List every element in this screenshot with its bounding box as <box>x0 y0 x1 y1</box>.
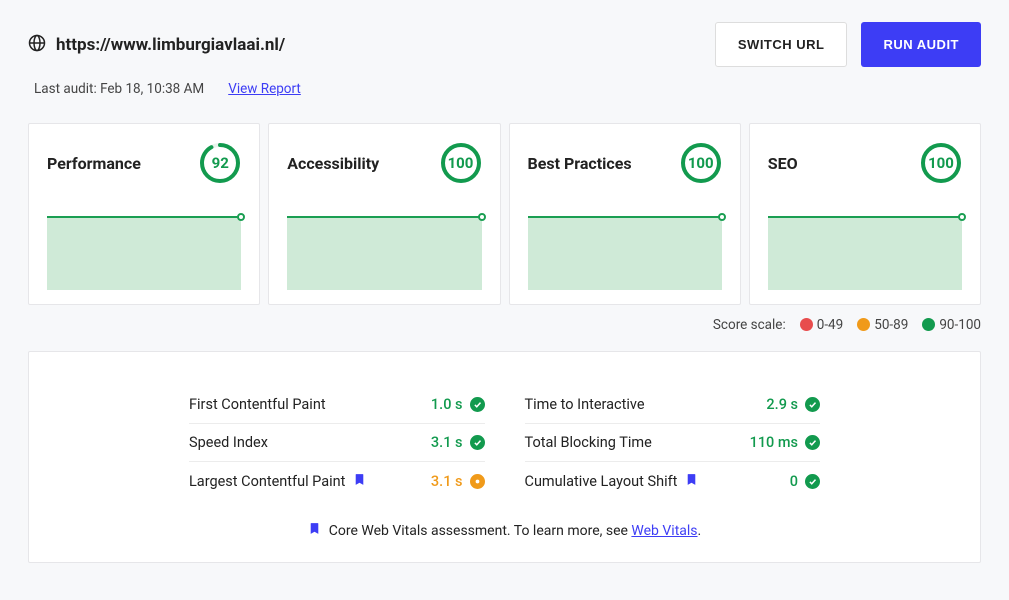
bookmark-icon <box>685 472 698 491</box>
last-audit-text: Last audit: Feb 18, 10:38 AM <box>34 81 204 97</box>
check-icon <box>805 397 820 412</box>
url-display: https://www.limburgiavlaai.nl/ <box>28 34 285 56</box>
metric-name: Total Blocking Time <box>525 434 652 451</box>
score-ring: 100 <box>920 142 962 184</box>
metric-value: 2.9 s <box>766 396 820 413</box>
card-title: Accessibility <box>287 154 379 173</box>
score-value: 92 <box>212 154 229 172</box>
sparkline <box>47 216 241 290</box>
view-report-link[interactable]: View Report <box>228 81 301 97</box>
sparkline <box>768 216 962 290</box>
metric-value: 0 <box>790 473 820 490</box>
score-value: 100 <box>928 154 954 172</box>
metric-name: Largest Contentful Paint <box>189 472 366 491</box>
score-card[interactable]: Best Practices 100 <box>509 123 741 305</box>
run-audit-button[interactable]: RUN AUDIT <box>861 22 981 67</box>
score-value: 100 <box>688 154 714 172</box>
globe-icon <box>28 34 46 56</box>
metric-value: 1.0 s <box>431 396 485 413</box>
metrics-grid: First Contentful Paint 1.0 s Time to Int… <box>189 386 820 501</box>
metric-row: Largest Contentful Paint 3.1 s <box>189 462 485 501</box>
card-title: SEO <box>768 154 798 173</box>
header: https://www.limburgiavlaai.nl/ SWITCH UR… <box>28 22 981 67</box>
score-cards: Performance 92 Accessibility 100 Best Pr… <box>28 123 981 305</box>
metric-value: 3.1 s <box>431 434 485 451</box>
score-card[interactable]: SEO 100 <box>749 123 981 305</box>
url-text: https://www.limburgiavlaai.nl/ <box>56 35 285 55</box>
check-icon <box>470 397 485 412</box>
metric-name: Cumulative Layout Shift <box>525 472 699 491</box>
score-scale-orange: 50-89 <box>857 317 908 333</box>
score-card[interactable]: Performance 92 <box>28 123 260 305</box>
metric-name: Speed Index <box>189 434 268 451</box>
web-vitals-link[interactable]: Web Vitals <box>631 523 697 539</box>
warn-icon <box>470 474 485 489</box>
bookmark-icon <box>308 521 321 540</box>
score-ring: 100 <box>440 142 482 184</box>
check-icon <box>805 474 820 489</box>
score-ring: 92 <box>199 142 241 184</box>
score-scale-red: 0-49 <box>800 317 844 333</box>
check-icon <box>805 435 820 450</box>
metric-row: First Contentful Paint 1.0 s <box>189 386 485 424</box>
metrics-panel: First Contentful Paint 1.0 s Time to Int… <box>28 351 981 563</box>
bookmark-icon <box>353 472 366 491</box>
metric-value: 3.1 s <box>431 473 485 490</box>
sparkline <box>528 216 722 290</box>
sparkline <box>287 216 481 290</box>
metric-row: Time to Interactive 2.9 s <box>525 386 821 424</box>
score-scale-label: Score scale: <box>713 317 786 333</box>
core-web-vitals-footnote: Core Web Vitals assessment. To learn mor… <box>189 521 820 540</box>
metric-row: Speed Index 3.1 s <box>189 424 485 462</box>
score-scale: Score scale: 0-49 50-89 90-100 <box>28 317 981 333</box>
check-icon <box>470 435 485 450</box>
metric-name: First Contentful Paint <box>189 396 326 413</box>
score-scale-green: 90-100 <box>922 317 981 333</box>
score-value: 100 <box>448 154 474 172</box>
score-card[interactable]: Accessibility 100 <box>268 123 500 305</box>
card-title: Performance <box>47 154 141 173</box>
score-ring: 100 <box>680 142 722 184</box>
metric-value: 110 ms <box>750 434 820 451</box>
switch-url-button[interactable]: SWITCH URL <box>715 22 848 67</box>
card-title: Best Practices <box>528 154 632 173</box>
metric-name: Time to Interactive <box>525 396 645 413</box>
metric-row: Cumulative Layout Shift 0 <box>525 462 821 501</box>
subheader: Last audit: Feb 18, 10:38 AM View Report <box>28 81 981 97</box>
metric-row: Total Blocking Time 110 ms <box>525 424 821 462</box>
